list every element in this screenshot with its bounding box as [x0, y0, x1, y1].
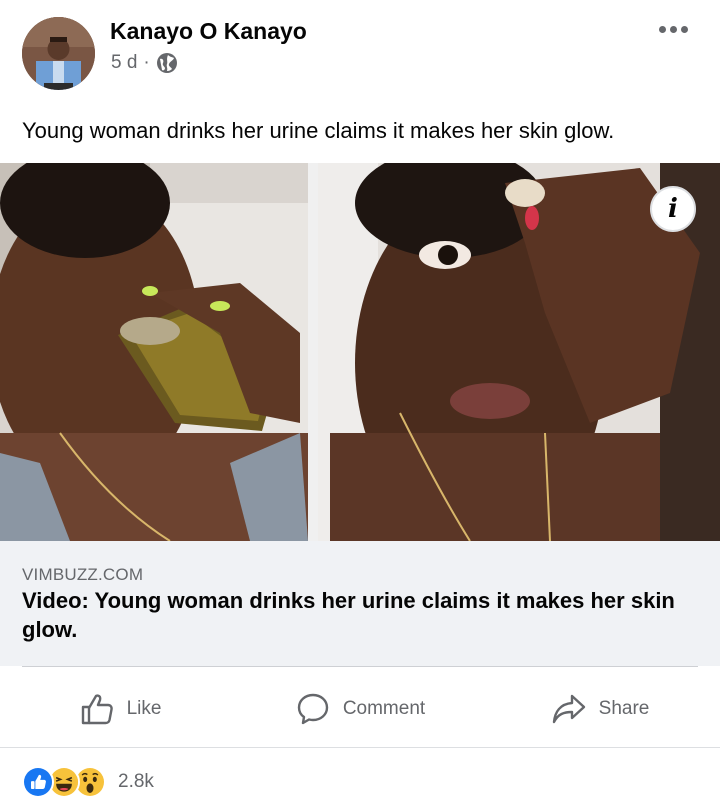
- divider: [0, 747, 720, 748]
- reactions-summary[interactable]: 2.8k: [22, 766, 154, 798]
- info-icon[interactable]: i: [650, 186, 696, 232]
- author-name[interactable]: Kanayo O Kanayo: [110, 18, 307, 45]
- reaction-count: 2.8k: [118, 771, 154, 792]
- video-thumbnail: [0, 163, 720, 541]
- comment-button[interactable]: Comment: [240, 670, 480, 747]
- comment-label: Comment: [342, 697, 426, 719]
- more-options-button[interactable]: [659, 26, 688, 33]
- like-label: Like: [126, 697, 162, 719]
- share-label: Share: [598, 697, 650, 719]
- avatar-photo: [22, 17, 95, 90]
- link-preview-image[interactable]: i: [0, 163, 720, 541]
- like-button[interactable]: Like: [0, 670, 240, 747]
- link-domain: VIMBUZZ.COM: [22, 565, 144, 584]
- share-icon: [552, 694, 585, 723]
- dot-icon: [681, 26, 688, 33]
- dot-icon: [659, 26, 666, 33]
- link-title[interactable]: Video: Young woman drinks her urine clai…: [22, 586, 702, 644]
- post-meta: 5 d ·: [111, 52, 178, 74]
- meta-separator: ·: [143, 52, 150, 73]
- post-time[interactable]: 5 d: [111, 52, 137, 74]
- globe-icon: [156, 52, 178, 74]
- share-button[interactable]: Share: [480, 670, 720, 747]
- dot-icon: [670, 26, 677, 33]
- like-icon: [22, 766, 54, 798]
- comment-icon: [297, 693, 329, 724]
- post-header: Kanayo O Kanayo 5 d ·: [0, 0, 720, 100]
- post-text: Young woman drinks her urine claims it m…: [22, 118, 615, 143]
- action-bar: Like Comment Share: [0, 670, 720, 747]
- link-card[interactable]: VIMBUZZ.COM Video: Young woman drinks he…: [0, 541, 720, 666]
- author-avatar[interactable]: [22, 17, 95, 90]
- thumbs-up-icon: [81, 693, 113, 724]
- divider: [22, 666, 698, 667]
